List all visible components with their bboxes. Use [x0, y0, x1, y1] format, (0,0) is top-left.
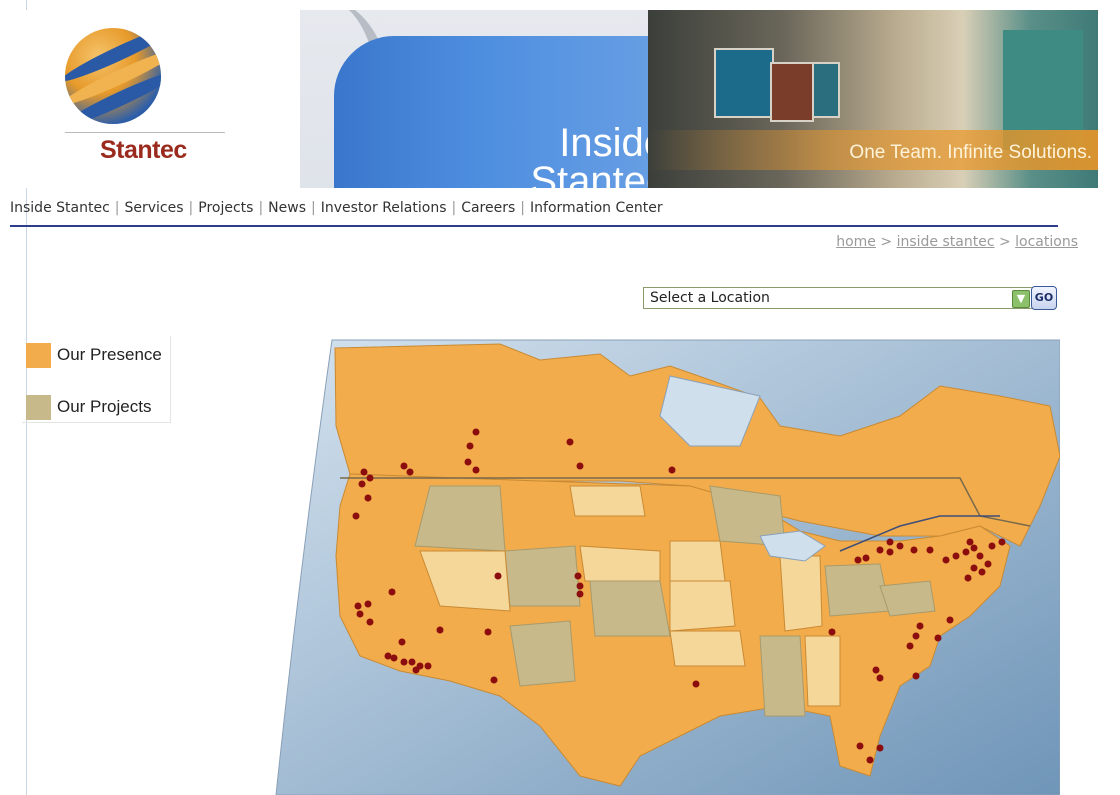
chevron-down-icon[interactable]: ▼ — [1012, 290, 1030, 308]
nav-separator: | — [188, 200, 194, 216]
project-region[interactable] — [824, 563, 891, 617]
project-region[interactable] — [589, 580, 671, 637]
main-nav: Inside Stantec | Services | Projects | News | In… — [10, 200, 1070, 224]
banner-photo: One Team. Infinite Solutions. — [648, 10, 1098, 188]
site-header: Stantec Inside Stantec One Team. Infinit… — [10, 10, 1098, 188]
legend-presence-label: Our Presence — [57, 345, 162, 364]
project-region[interactable] — [759, 635, 806, 717]
map-legend: Our Presence Our Projects — [22, 336, 171, 423]
project-region[interactable] — [504, 545, 581, 607]
breadcrumb-inside-stantec-link[interactable]: inside stantec — [897, 234, 995, 250]
region-light[interactable] — [779, 555, 823, 632]
go-button[interactable]: GO — [1031, 286, 1057, 310]
nav-separator: | — [451, 200, 457, 216]
banner-title-line1: Inside — [559, 121, 648, 165]
stantec-logo[interactable]: Stantec — [10, 10, 300, 188]
projects-swatch — [26, 394, 51, 420]
region-light[interactable] — [579, 545, 661, 582]
presence-swatch — [26, 342, 51, 368]
breadcrumb-separator: > — [880, 234, 893, 250]
location-select[interactable]: Select a Location ▼ — [643, 287, 1033, 309]
region-light[interactable] — [804, 635, 841, 707]
project-region[interactable] — [509, 620, 576, 687]
legend-item-projects: Our Projects — [26, 394, 151, 420]
nav-careers[interactable]: Careers — [461, 200, 515, 216]
nav-investor-relations[interactable]: Investor Relations — [321, 200, 447, 216]
nav-information-center[interactable]: Information Center — [530, 200, 663, 216]
nav-projects[interactable]: Projects — [198, 200, 253, 216]
region-light[interactable] — [669, 580, 736, 632]
globe-logo-icon — [65, 28, 161, 124]
nav-separator: | — [258, 200, 264, 216]
north-america-map[interactable] — [240, 336, 1060, 795]
nav-news[interactable]: News — [268, 200, 306, 216]
logo-text: Stantec — [100, 136, 187, 164]
breadcrumb-locations-link[interactable]: locations — [1015, 234, 1078, 250]
nav-inside-stantec[interactable]: Inside Stantec — [10, 200, 110, 216]
banner-title-panel: Inside Stantec — [300, 10, 648, 188]
breadcrumb-separator: > — [998, 234, 1011, 250]
nav-services[interactable]: Services — [124, 200, 183, 216]
project-region[interactable] — [879, 580, 936, 617]
banner-title: Inside Stantec — [530, 121, 648, 188]
tagline: One Team. Infinite Solutions. — [849, 142, 1092, 163]
region-light[interactable] — [669, 540, 726, 582]
location-select-value: Select a Location — [650, 290, 770, 306]
breadcrumb: home > inside stantec > locations — [836, 234, 1078, 250]
logo-divider — [65, 132, 225, 133]
nav-separator: | — [114, 200, 120, 216]
breadcrumb-home-link[interactable]: home — [836, 234, 876, 250]
legend-item-presence: Our Presence — [26, 342, 162, 368]
legend-projects-label: Our Projects — [57, 397, 152, 416]
project-region[interactable] — [414, 485, 506, 552]
nav-separator: | — [311, 200, 316, 216]
locations-map[interactable] — [240, 336, 1060, 795]
region-light[interactable] — [569, 485, 646, 517]
region-light[interactable] — [669, 630, 746, 667]
nav-divider — [10, 225, 1058, 227]
nav-separator: | — [520, 200, 526, 216]
banner-title-line2: Stantec — [530, 159, 648, 188]
